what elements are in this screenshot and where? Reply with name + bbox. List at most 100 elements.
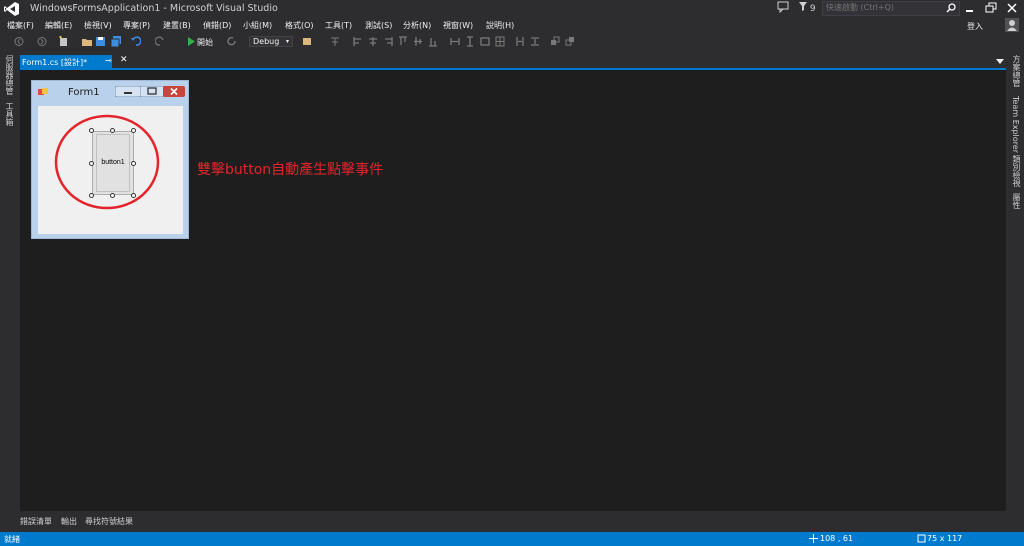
start-debug-icon[interactable] <box>186 36 196 47</box>
class-view-tab[interactable]: 類別檢視 <box>1011 155 1022 187</box>
solution-config-dropdown[interactable]: Debug ▾ <box>249 36 293 47</box>
visual-studio-logo-icon <box>4 2 19 16</box>
server-explorer-tab[interactable]: 伺服器總管 <box>4 55 15 95</box>
filter-icon <box>799 2 807 11</box>
pin-icon[interactable]: ⊸ <box>105 56 112 65</box>
align-top-icon[interactable] <box>398 36 408 47</box>
quick-launch-box[interactable] <box>822 1 960 16</box>
form-minimize-icon <box>115 86 141 97</box>
selection-size: 75 x 117 <box>927 534 963 543</box>
properties-tab[interactable]: 屬性 <box>1011 193 1022 209</box>
solution-config-value: Debug <box>253 37 280 46</box>
menu-project[interactable]: 專案(P) <box>123 20 150 31</box>
vertical-spacing-icon[interactable] <box>530 36 540 47</box>
open-file-icon[interactable] <box>82 36 92 47</box>
status-bar: 就緒 108 , 61 75 x 117 <box>0 532 1024 546</box>
bottom-tool-tabs: 錯誤清單 輸出 尋找符號結果 <box>0 513 1024 532</box>
menu-analyze[interactable]: 分析(N) <box>403 20 431 31</box>
resize-handle-se[interactable] <box>131 193 136 198</box>
notification-flag[interactable]: 9 <box>799 2 816 14</box>
resize-handle-sw[interactable] <box>89 193 94 198</box>
menu-team[interactable]: 小組(M) <box>243 20 272 31</box>
menu-help[interactable]: 說明(H) <box>486 20 514 31</box>
search-icon[interactable] <box>946 3 956 13</box>
resize-handle-ne[interactable] <box>131 128 136 133</box>
same-height-icon[interactable] <box>465 36 475 47</box>
feedback-icon[interactable] <box>777 1 789 13</box>
left-tool-strip: 伺服器總管 工具箱 <box>0 52 17 512</box>
sign-in-link[interactable]: 登入 <box>967 21 983 32</box>
menu-format[interactable]: 格式(O) <box>285 20 314 31</box>
position-icon <box>809 534 818 543</box>
team-explorer-tab[interactable]: Team Explorer <box>1011 96 1020 153</box>
align-center-icon[interactable] <box>368 36 378 47</box>
minimize-button[interactable] <box>963 2 977 14</box>
menu-view[interactable]: 檢視(V) <box>84 20 112 31</box>
button1-label: button1 <box>101 159 125 166</box>
resize-handle-e[interactable] <box>131 161 136 166</box>
close-window-button[interactable] <box>1005 2 1019 14</box>
avatar[interactable] <box>1005 18 1019 32</box>
bring-to-front-icon[interactable] <box>550 36 560 47</box>
size-icon <box>917 534 926 543</box>
redo-icon[interactable] <box>155 36 165 47</box>
same-width-icon[interactable] <box>450 36 460 47</box>
form-close-icon <box>163 86 185 97</box>
button1-control[interactable]: button1 <box>92 131 134 195</box>
align-grid-icon[interactable] <box>330 36 340 47</box>
new-project-icon[interactable] <box>58 36 68 47</box>
user-icon <box>1007 20 1017 31</box>
resize-handle-n[interactable] <box>110 128 115 133</box>
resize-handle-w[interactable] <box>89 161 94 166</box>
align-bottom-icon[interactable] <box>428 36 438 47</box>
attach-icon[interactable] <box>302 36 312 47</box>
menu-test[interactable]: 測試(S) <box>365 20 392 31</box>
solution-explorer-tab[interactable]: 方案總管 <box>1011 55 1022 87</box>
document-tab-form1-design[interactable]: Form1.cs [設計]* ⊸ ✕ <box>20 55 128 68</box>
error-list-tab[interactable]: 錯誤清單 <box>20 516 52 527</box>
form-title: Form1 <box>68 87 100 98</box>
right-tool-strip: 方案總管 Team Explorer 類別檢視 屬性 <box>1007 52 1024 512</box>
menu-bar: 檔案(F) 編輯(E) 檢視(V) 專案(P) 建置(B) 偵錯(D) 小組(M… <box>0 18 1024 33</box>
toolbox-tab[interactable]: 工具箱 <box>4 102 15 126</box>
quick-launch-input[interactable] <box>823 2 939 13</box>
size-to-grid-icon[interactable] <box>495 36 505 47</box>
annotation-text: 雙擊button自動產生點擊事件 <box>197 162 384 178</box>
menu-debug[interactable]: 偵錯(D) <box>203 20 231 31</box>
send-to-back-icon[interactable] <box>565 36 575 47</box>
save-icon[interactable] <box>96 36 106 47</box>
form-app-icon <box>38 88 48 95</box>
menu-tools[interactable]: 工具(T) <box>325 20 352 31</box>
same-size-icon[interactable] <box>480 36 490 47</box>
resize-handle-nw[interactable] <box>89 128 94 133</box>
resize-handle-s[interactable] <box>110 193 115 198</box>
restore-button[interactable] <box>984 2 998 14</box>
chevron-down-icon: ▾ <box>285 38 289 45</box>
align-middle-icon[interactable] <box>413 36 423 47</box>
menu-edit[interactable]: 編輯(E) <box>45 20 72 31</box>
refresh-icon[interactable] <box>227 36 237 47</box>
standard-toolbar: 開始 <box>0 34 1024 50</box>
window-title: WindowsFormsApplication1 - Microsoft Vis… <box>30 3 278 14</box>
back-icon[interactable] <box>14 36 24 47</box>
notification-count: 9 <box>809 4 816 14</box>
undo-icon[interactable] <box>131 36 141 47</box>
start-debug-button[interactable]: 開始 <box>197 37 213 48</box>
forward-icon[interactable] <box>37 36 47 47</box>
cursor-position: 108 , 61 <box>820 534 854 543</box>
align-right-icon[interactable] <box>383 36 393 47</box>
document-tab-label: Form1.cs [設計]* <box>22 58 88 67</box>
output-tab[interactable]: 輸出 <box>61 516 77 527</box>
menu-build[interactable]: 建置(B) <box>163 20 191 31</box>
close-tab-button[interactable]: ✕ <box>120 55 128 65</box>
find-symbol-results-tab[interactable]: 尋找符號結果 <box>85 516 133 527</box>
save-all-icon[interactable] <box>111 36 121 47</box>
menu-window[interactable]: 視窗(W) <box>443 20 473 31</box>
tab-list-dropdown-icon[interactable] <box>996 59 1004 65</box>
status-text: 就緒 <box>4 535 20 544</box>
title-bar: WindowsFormsApplication1 - Microsoft Vis… <box>0 0 1024 18</box>
form-maximize-icon <box>140 86 164 97</box>
menu-file[interactable]: 檔案(F) <box>7 20 34 31</box>
align-left-icon[interactable] <box>353 36 363 47</box>
horizontal-spacing-icon[interactable] <box>515 36 525 47</box>
